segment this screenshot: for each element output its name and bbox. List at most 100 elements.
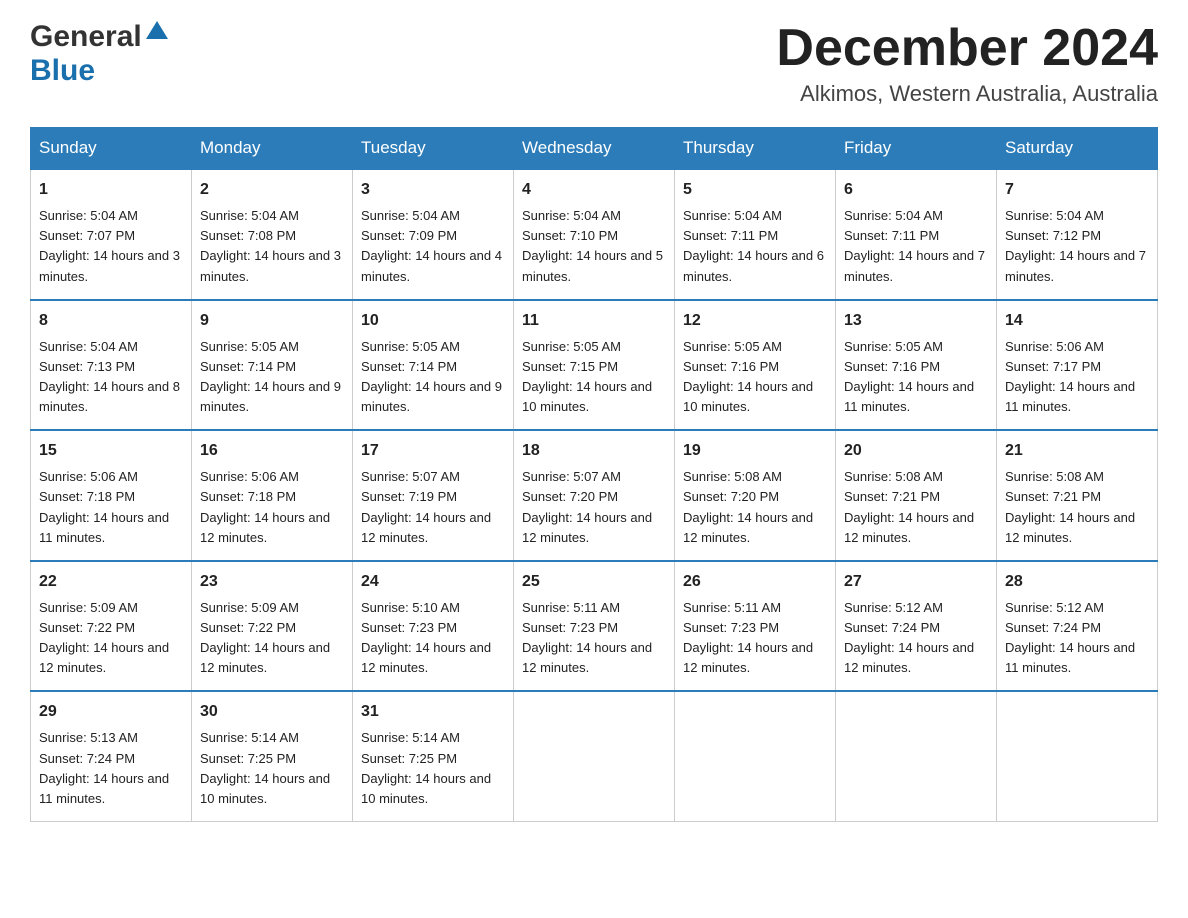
cell-text: Sunrise: 5:05 AMSunset: 7:14 PMDaylight:… — [361, 337, 505, 418]
cell-text: Sunrise: 5:10 AMSunset: 7:23 PMDaylight:… — [361, 598, 505, 679]
day-number: 24 — [361, 570, 505, 594]
month-title: December 2024 — [776, 20, 1158, 77]
cell-text: Sunrise: 5:04 AMSunset: 7:13 PMDaylight:… — [39, 337, 183, 418]
header-day-monday: Monday — [192, 128, 353, 170]
day-number: 22 — [39, 570, 183, 594]
logo-area: General Blue — [30, 20, 168, 88]
empty-cell — [997, 691, 1158, 821]
day-number: 5 — [683, 178, 827, 202]
day-number: 23 — [200, 570, 344, 594]
cell-text: Sunrise: 5:05 AMSunset: 7:15 PMDaylight:… — [522, 337, 666, 418]
cell-text: Sunrise: 5:07 AMSunset: 7:19 PMDaylight:… — [361, 467, 505, 548]
day-number: 29 — [39, 700, 183, 724]
day-number: 2 — [200, 178, 344, 202]
day-cell-7: 7 Sunrise: 5:04 AMSunset: 7:12 PMDaylight… — [997, 169, 1158, 300]
week-row-4: 22 Sunrise: 5:09 AMSunset: 7:22 PMDayligh… — [31, 561, 1158, 692]
cell-text: Sunrise: 5:09 AMSunset: 7:22 PMDaylight:… — [200, 598, 344, 679]
logo-blue-text: Blue — [30, 54, 95, 87]
day-number: 11 — [522, 309, 666, 333]
day-cell-21: 21 Sunrise: 5:08 AMSunset: 7:21 PMDayligh… — [997, 430, 1158, 561]
day-cell-6: 6 Sunrise: 5:04 AMSunset: 7:11 PMDaylight… — [836, 169, 997, 300]
cell-text: Sunrise: 5:06 AMSunset: 7:18 PMDaylight:… — [200, 467, 344, 548]
day-cell-23: 23 Sunrise: 5:09 AMSunset: 7:22 PMDayligh… — [192, 561, 353, 692]
day-number: 9 — [200, 309, 344, 333]
day-number: 7 — [1005, 178, 1149, 202]
week-row-3: 15 Sunrise: 5:06 AMSunset: 7:18 PMDayligh… — [31, 430, 1158, 561]
day-number: 8 — [39, 309, 183, 333]
cell-text: Sunrise: 5:06 AMSunset: 7:18 PMDaylight:… — [39, 467, 183, 548]
day-number: 18 — [522, 439, 666, 463]
day-number: 12 — [683, 309, 827, 333]
day-cell-8: 8 Sunrise: 5:04 AMSunset: 7:13 PMDaylight… — [31, 300, 192, 431]
cell-text: Sunrise: 5:05 AMSunset: 7:14 PMDaylight:… — [200, 337, 344, 418]
day-number: 21 — [1005, 439, 1149, 463]
day-cell-27: 27 Sunrise: 5:12 AMSunset: 7:24 PMDayligh… — [836, 561, 997, 692]
header-day-thursday: Thursday — [675, 128, 836, 170]
day-cell-31: 31Sunrise: 5:14 AMSunset: 7:25 PMDayligh… — [353, 691, 514, 821]
cell-text: Sunrise: 5:08 AMSunset: 7:21 PMDaylight:… — [1005, 467, 1149, 548]
cell-text: Sunrise: 5:14 AMSunset: 7:25 PMDaylight:… — [361, 728, 505, 809]
day-number: 28 — [1005, 570, 1149, 594]
header-day-sunday: Sunday — [31, 128, 192, 170]
day-number: 25 — [522, 570, 666, 594]
day-number: 13 — [844, 309, 988, 333]
logo-general-text: General — [30, 20, 142, 54]
day-number: 19 — [683, 439, 827, 463]
cell-text: Sunrise: 5:04 AMSunset: 7:12 PMDaylight:… — [1005, 206, 1149, 287]
day-cell-30: 30 Sunrise: 5:14 AMSunset: 7:25 PMDayligh… — [192, 691, 353, 821]
cell-text: Sunrise: 5:04 AMSunset: 7:11 PMDaylight:… — [683, 206, 827, 287]
day-cell-17: 17 Sunrise: 5:07 AMSunset: 7:19 PMDayligh… — [353, 430, 514, 561]
day-number: 1 — [39, 178, 183, 202]
cell-text: Sunrise: 5:11 AMSunset: 7:23 PMDaylight:… — [522, 598, 666, 679]
cell-text: Sunrise: 5:11 AMSunset: 7:23 PMDaylight:… — [683, 598, 827, 679]
empty-cell — [675, 691, 836, 821]
day-number: 3 — [361, 178, 505, 202]
day-cell-18: 18 Sunrise: 5:07 AMSunset: 7:20 PMDayligh… — [514, 430, 675, 561]
location-title: Alkimos, Western Australia, Australia — [776, 81, 1158, 107]
day-cell-2: 2 Sunrise: 5:04 AMSunset: 7:08 PMDaylight… — [192, 169, 353, 300]
day-number: 10 — [361, 309, 505, 333]
cell-text: Sunrise: 5:08 AMSunset: 7:21 PMDaylight:… — [844, 467, 988, 548]
day-number: 17 — [361, 439, 505, 463]
day-cell-24: 24 Sunrise: 5:10 AMSunset: 7:23 PMDayligh… — [353, 561, 514, 692]
logo-triangle-icon — [146, 21, 168, 48]
day-number: 6 — [844, 178, 988, 202]
day-cell-9: 9 Sunrise: 5:05 AMSunset: 7:14 PMDaylight… — [192, 300, 353, 431]
cell-text: Sunrise: 5:12 AMSunset: 7:24 PMDaylight:… — [1005, 598, 1149, 679]
header-day-wednesday: Wednesday — [514, 128, 675, 170]
day-cell-5: 5 Sunrise: 5:04 AMSunset: 7:11 PMDaylight… — [675, 169, 836, 300]
week-row-2: 8 Sunrise: 5:04 AMSunset: 7:13 PMDaylight… — [31, 300, 1158, 431]
day-cell-11: 11 Sunrise: 5:05 AMSunset: 7:15 PMDayligh… — [514, 300, 675, 431]
cell-text: Sunrise: 5:04 AMSunset: 7:11 PMDaylight:… — [844, 206, 988, 287]
cell-text: Sunrise: 5:05 AMSunset: 7:16 PMDaylight:… — [683, 337, 827, 418]
cell-text: Sunrise: 5:05 AMSunset: 7:16 PMDaylight:… — [844, 337, 988, 418]
day-cell-19: 19 Sunrise: 5:08 AMSunset: 7:20 PMDayligh… — [675, 430, 836, 561]
day-cell-28: 28 Sunrise: 5:12 AMSunset: 7:24 PMDayligh… — [997, 561, 1158, 692]
day-cell-22: 22Sunrise: 5:09 AMSunset: 7:22 PMDayligh… — [31, 561, 192, 692]
day-cell-29: 29Sunrise: 5:13 AMSunset: 7:24 PMDayligh… — [31, 691, 192, 821]
cell-text: Sunrise: 5:04 AMSunset: 7:08 PMDaylight:… — [200, 206, 344, 287]
cell-text: Sunrise: 5:04 AMSunset: 7:09 PMDaylight:… — [361, 206, 505, 287]
day-cell-10: 10 Sunrise: 5:05 AMSunset: 7:14 PMDayligh… — [353, 300, 514, 431]
empty-cell — [514, 691, 675, 821]
day-cell-26: 26 Sunrise: 5:11 AMSunset: 7:23 PMDayligh… — [675, 561, 836, 692]
header-day-friday: Friday — [836, 128, 997, 170]
day-cell-1: 1 Sunrise: 5:04 AMSunset: 7:07 PMDaylight… — [31, 169, 192, 300]
cell-text: Sunrise: 5:04 AMSunset: 7:07 PMDaylight:… — [39, 206, 183, 287]
cell-text: Sunrise: 5:08 AMSunset: 7:20 PMDaylight:… — [683, 467, 827, 548]
day-number: 27 — [844, 570, 988, 594]
day-number: 15 — [39, 439, 183, 463]
header-row: SundayMondayTuesdayWednesdayThursdayFrid… — [31, 128, 1158, 170]
day-cell-3: 3 Sunrise: 5:04 AMSunset: 7:09 PMDaylight… — [353, 169, 514, 300]
cell-text: Sunrise: 5:12 AMSunset: 7:24 PMDaylight:… — [844, 598, 988, 679]
day-number: 26 — [683, 570, 827, 594]
day-number: 30 — [200, 700, 344, 724]
day-cell-4: 4Sunrise: 5:04 AMSunset: 7:10 PMDaylight… — [514, 169, 675, 300]
day-cell-13: 13 Sunrise: 5:05 AMSunset: 7:16 PMDayligh… — [836, 300, 997, 431]
week-row-1: 1 Sunrise: 5:04 AMSunset: 7:07 PMDaylight… — [31, 169, 1158, 300]
cell-text: Sunrise: 5:07 AMSunset: 7:20 PMDaylight:… — [522, 467, 666, 548]
day-cell-14: 14Sunrise: 5:06 AMSunset: 7:17 PMDayligh… — [997, 300, 1158, 431]
day-number: 4 — [522, 178, 666, 202]
header-day-saturday: Saturday — [997, 128, 1158, 170]
cell-text: Sunrise: 5:14 AMSunset: 7:25 PMDaylight:… — [200, 728, 344, 809]
